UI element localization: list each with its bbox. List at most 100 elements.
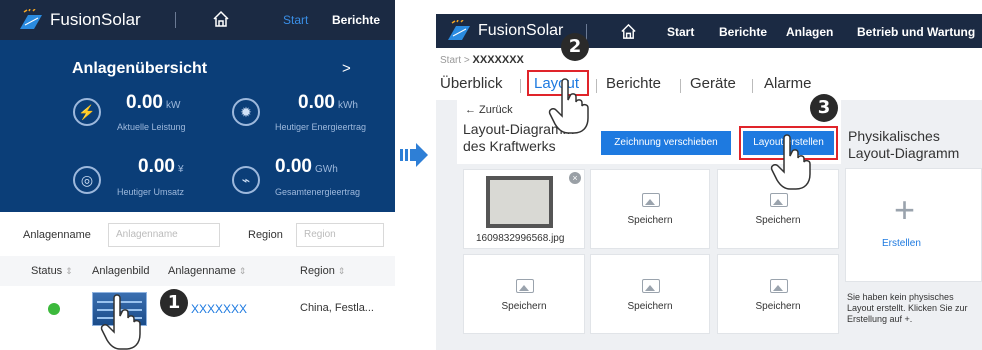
header-label: Anlagenname xyxy=(168,265,236,277)
plant-name-label: Anlagenname xyxy=(23,229,91,241)
save-label[interactable]: Speichern xyxy=(591,215,709,226)
stat-label: Heutiger Umsatz xyxy=(117,187,185,197)
grid-cell-4[interactable]: Speichern xyxy=(590,254,710,334)
col-region[interactable]: Region ⇕ xyxy=(300,265,345,277)
uploaded-image-card[interactable]: × 1609832996568.jpg xyxy=(463,169,585,249)
nav-start[interactable]: Start xyxy=(283,13,308,27)
lightning-icon: ⚡ xyxy=(73,98,101,126)
col-status[interactable]: Status ⇕ xyxy=(31,265,73,277)
image-placeholder-icon xyxy=(642,193,660,207)
col-plant-name[interactable]: Anlagenname ⇕ xyxy=(168,265,246,277)
step-badge-2: 2 xyxy=(561,33,589,61)
home-icon[interactable] xyxy=(212,10,230,28)
grid-cell-1[interactable]: Speichern xyxy=(590,169,710,249)
nav-start[interactable]: Start xyxy=(667,25,694,39)
physical-title-line1: Physikalisches xyxy=(848,128,940,144)
pointer-hand-icon xyxy=(100,294,141,350)
image-placeholder-icon xyxy=(770,279,788,293)
tab-ueberblick[interactable]: Überblick xyxy=(440,75,503,92)
physical-title-line2: Layout-Diagramm xyxy=(848,145,960,161)
fusionsolar-logo-icon xyxy=(20,9,42,29)
back-link[interactable]: ← Zurück xyxy=(465,104,513,116)
stat-unit: GWh xyxy=(314,164,338,175)
breadcrumb-sep: > xyxy=(463,55,470,66)
stat-label: Gesamtenergieertrag xyxy=(275,187,361,197)
nav-anlagen[interactable]: Anlagen xyxy=(786,25,833,39)
save-label[interactable]: Speichern xyxy=(464,301,584,312)
stat-current-power: 0.00 kW xyxy=(126,92,180,114)
stat-unit: kW xyxy=(165,100,181,111)
save-label[interactable]: Speichern xyxy=(591,301,709,312)
stat-value: 0.00 xyxy=(126,92,163,113)
plant-region: China, Festla... xyxy=(300,302,374,314)
image-placeholder-icon xyxy=(642,279,660,293)
app-logo[interactable]: FusionSolar xyxy=(446,20,563,42)
tab-berichte[interactable]: Berichte xyxy=(606,75,661,92)
chart-icon: ⌁ xyxy=(232,166,260,194)
nav-divider xyxy=(175,12,176,28)
create-label[interactable]: Erstellen xyxy=(882,238,921,249)
overview-title: Anlagenübersicht xyxy=(72,60,208,77)
grid-cell-3[interactable]: Speichern xyxy=(463,254,585,334)
tab-divider xyxy=(680,79,681,93)
create-physical-layout-card[interactable]: + Erstellen xyxy=(845,168,982,282)
coins-icon: ◎ xyxy=(73,166,101,194)
left-screenshot: FusionSolar Start Berichte Anlagenübersi… xyxy=(0,0,395,350)
tab-alarme[interactable]: Alarme xyxy=(764,75,812,92)
tab-divider xyxy=(520,79,521,93)
plant-name-input[interactable]: Anlagenname xyxy=(108,223,220,247)
stat-value: 0.00 xyxy=(138,156,175,177)
save-label[interactable]: Speichern xyxy=(718,215,838,226)
sort-icon[interactable]: ⇕ xyxy=(65,266,73,276)
header-label: Status xyxy=(31,265,63,277)
stat-label: Aktuelle Leistung xyxy=(117,122,186,132)
stat-total-yield: 0.00 GWh xyxy=(275,156,338,178)
app-name: FusionSolar xyxy=(50,10,141,29)
stat-value: 0.00 xyxy=(275,156,312,177)
tab-divider xyxy=(596,79,597,93)
plant-name-link[interactable]: XXXXXXX xyxy=(191,302,247,316)
stat-today-revenue: 0.00 ¥ xyxy=(138,156,184,178)
stat-unit: ¥ xyxy=(177,164,184,175)
sort-icon[interactable]: ⇕ xyxy=(239,266,247,276)
header-label: Region xyxy=(300,265,335,277)
sun-icon: ✹ xyxy=(232,98,260,126)
region-input[interactable]: Region xyxy=(296,223,384,247)
app-logo[interactable]: FusionSolar xyxy=(18,9,141,31)
image-placeholder-icon xyxy=(516,279,534,293)
pointer-hand-icon xyxy=(548,78,589,134)
breadcrumb-current: XXXXXXX xyxy=(472,54,524,66)
tab-divider xyxy=(752,79,753,93)
stat-value: 0.00 xyxy=(298,92,335,113)
image-filename: 1609832996568.jpg xyxy=(476,233,565,244)
save-label[interactable]: Speichern xyxy=(718,301,838,312)
transition-arrow-icon xyxy=(400,143,428,167)
tab-geraete[interactable]: Geräte xyxy=(690,75,736,92)
nav-berichte[interactable]: Berichte xyxy=(332,13,380,27)
app-name: FusionSolar xyxy=(478,22,564,39)
region-label: Region xyxy=(248,229,283,241)
plus-icon[interactable]: + xyxy=(894,189,915,231)
breadcrumb-root[interactable]: Start xyxy=(440,55,461,66)
home-icon[interactable] xyxy=(620,23,637,40)
chevron-right-icon[interactable]: > xyxy=(342,60,351,77)
move-drawing-button[interactable]: Zeichnung verschieben xyxy=(601,131,731,155)
grid-cell-5[interactable]: Speichern xyxy=(717,254,839,334)
right-top-nav: FusionSolar Start Berichte Anlagen Betri… xyxy=(436,14,982,48)
step-badge-3: 3 xyxy=(810,94,838,122)
stat-label: Heutiger Energieertrag xyxy=(275,122,367,132)
stat-today-yield: 0.00 kWh xyxy=(298,92,358,114)
layout-title-line2: des Kraftwerks xyxy=(463,138,556,154)
sort-icon[interactable]: ⇕ xyxy=(338,266,346,276)
image-placeholder-icon xyxy=(770,193,788,207)
nav-berichte[interactable]: Berichte xyxy=(719,25,767,39)
stat-unit: kWh xyxy=(337,100,358,111)
close-icon[interactable]: × xyxy=(569,172,581,184)
step-badge-1: 1 xyxy=(160,289,188,317)
breadcrumb: Start > XXXXXXX xyxy=(440,54,524,66)
nav-betrieb-wartung[interactable]: Betrieb und Wartung xyxy=(857,25,975,39)
overview-panel: Anlagenübersicht > ⚡ 0.00 kW Aktuelle Lei… xyxy=(0,40,395,212)
pointer-hand-icon xyxy=(770,134,811,190)
no-physical-layout-hint: Sie haben kein physisches Layout erstell… xyxy=(847,292,968,324)
uploaded-image-thumbnail[interactable] xyxy=(486,176,553,228)
